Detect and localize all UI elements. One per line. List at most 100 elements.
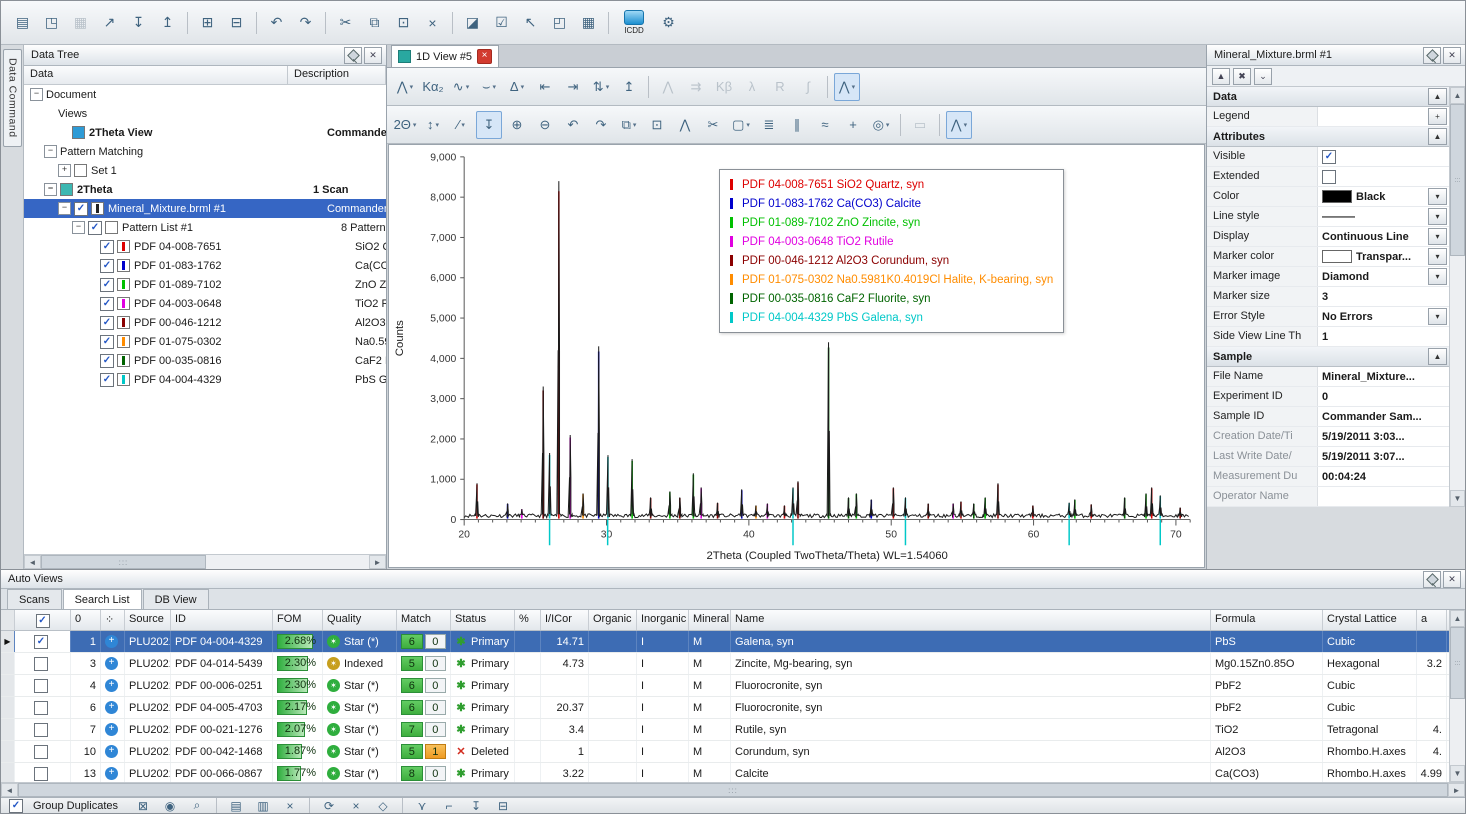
tree-expander-icon[interactable]: − [72,221,85,234]
tree-row[interactable]: +Set 1 [24,161,386,180]
col-header-inorganic[interactable]: Inorganic [637,610,689,630]
scrollbar-thumb[interactable]: ::: [18,783,1448,797]
tab-scans[interactable]: Scans [7,589,62,609]
prop-value[interactable]: ✓ [1318,147,1449,166]
result-row[interactable]: 13+PLU2021PDF 00-066-08671.77%✶Star (*)8… [1,763,1449,782]
scroll-down-arrow[interactable]: ▼ [1450,490,1465,507]
tree-row[interactable]: ✓PDF 01-089-7102ZnO Zincite, syn [24,275,386,294]
prop-checkbox[interactable] [1322,170,1336,184]
dropdown-button[interactable]: ▾ [1428,228,1447,245]
close-icon[interactable]: ✕ [1443,571,1461,588]
col-header-srcicon[interactable]: ⁘ [101,610,125,630]
scroll-down-arrow[interactable]: ▼ [1450,765,1465,782]
export-icon[interactable]: ↧ [464,797,488,813]
clear-list-icon[interactable]: × [278,797,302,813]
scrollbar-thumb[interactable]: ::: [41,555,206,569]
tree-row[interactable]: ✓PDF 00-046-1212Al2O3 Corundum, sy [24,313,386,332]
add-button[interactable]: + [1428,108,1447,125]
prop-value[interactable]: 3 [1318,287,1449,306]
paste-icon[interactable]: ⊡ [390,9,417,36]
highlight-search-icon[interactable]: ⋀ [946,111,972,139]
redo-zoom-icon[interactable]: ↷ [588,111,614,139]
pointer-window-icon[interactable]: ◰ [546,9,573,36]
prop-value[interactable]: 5/19/2011 3:07... [1318,447,1449,466]
scroll-right-arrow[interactable]: ► [1448,783,1465,797]
table-view-icon[interactable]: ▦ [575,9,602,36]
columns-icon[interactable]: ∥ [784,111,810,139]
section-collapse-button[interactable]: ▲ [1428,88,1447,105]
tree-expander-icon[interactable]: − [58,202,71,215]
tree-row[interactable]: ✓PDF 00-035-0816CaF2 Fluorite, syn [24,351,386,370]
properties-vertical-scrollbar[interactable]: ▲ ::: ▼ [1449,87,1465,507]
section-collapse-button[interactable]: ▲ [1428,128,1447,145]
tree-row[interactable]: ✓PDF 04-004-4329PbS Galena, syn [24,370,386,389]
copy-icon[interactable]: ⧉ [361,9,388,36]
prop-value[interactable]: Transpar...▾ [1318,247,1449,266]
tab-close-icon[interactable]: × [477,49,492,64]
row-checkbox[interactable] [34,723,48,737]
result-row[interactable]: 4+PLU2021PDF 00-006-02512.30%✶Star (*)60… [1,675,1449,697]
tree-expander-icon[interactable]: − [30,88,43,101]
annotate-icon[interactable]: ▢ [728,111,754,139]
dropdown-button[interactable]: ▾ [1428,248,1447,265]
row-checkbox[interactable]: ✓ [34,635,48,649]
extend-right-icon[interactable]: ⇥ [560,73,586,101]
baseline-icon[interactable]: ≈ [812,111,838,139]
col-header-check[interactable]: ✓ [15,610,71,630]
dropdown-button[interactable]: ▾ [1428,208,1447,225]
extend-left-icon[interactable]: ⇤ [532,73,558,101]
y-offset-icon[interactable]: ⇅ [588,73,614,101]
append-peaks-icon[interactable]: ⋀ [392,73,418,101]
zoom-out-icon[interactable]: ⊖ [532,111,558,139]
col-header-iicor[interactable]: I/ICor [541,610,589,630]
tab-search-list[interactable]: Search List [63,589,142,609]
scroll-left-arrow[interactable]: ◄ [24,555,41,569]
prop-dropdown-button[interactable]: ⌄ [1254,68,1272,85]
col-header-marker[interactable] [1,610,15,630]
tab-data-command[interactable]: Data Command [3,49,22,147]
col-header-match[interactable]: Match [397,610,451,630]
background-subtract-icon[interactable]: ⌣ [476,73,502,101]
redo-icon[interactable]: ↷ [292,9,319,36]
prop-value[interactable] [1318,487,1449,506]
strip-kalpha2-icon[interactable]: Kα₂ [420,73,446,101]
report-icon[interactable]: ▤ [224,797,248,813]
data-tree-horizontal-scrollbar[interactable]: ◄ ::: ► [24,554,386,569]
tree-row[interactable]: −Document [24,85,386,104]
row-checkbox[interactable] [34,767,48,781]
prop-value[interactable]: 00:04:24 [1318,467,1449,486]
tree-row[interactable]: −Pattern Matching [24,142,386,161]
result-row[interactable]: 7+PLU2021PDF 00-021-12762.07%✶Star (*)70… [1,719,1449,741]
prop-value[interactable]: Continuous Line▾ [1318,227,1449,246]
import-file-icon[interactable]: ↧ [125,9,152,36]
tree-row[interactable]: Views [24,104,386,123]
col-header-fom[interactable]: FOM [273,610,323,630]
tree-expander-icon[interactable]: + [58,164,71,177]
tree-row[interactable]: ✓PDF 01-083-1762Ca(CO3) Calcite [24,256,386,275]
undo-zoom-icon[interactable]: ↶ [560,111,586,139]
copy-view-icon[interactable]: ⧉ [616,111,642,139]
paste-view-icon[interactable]: ⊡ [644,111,670,139]
prop-value[interactable]: ———▾ [1318,207,1449,226]
prop-section-attributes[interactable]: Attributes▲ [1207,127,1449,147]
tab-db-view[interactable]: DB View [143,589,209,609]
scrollbar-thumb[interactable]: ::: [1450,627,1465,699]
prop-value[interactable]: Black▾ [1318,187,1449,206]
col-header-a[interactable]: a [1417,610,1447,630]
col-header-status[interactable]: Status [451,610,515,630]
prop-value[interactable]: Mineral_Mixture... [1318,367,1449,386]
peak-fit-icon[interactable]: Δ [504,73,530,101]
col-header-id[interactable]: ID [171,610,273,630]
import-append-icon[interactable]: ↥ [154,9,181,36]
tree-checkbox[interactable]: ✓ [100,278,114,292]
flip-axis-icon[interactable]: ⋎ [410,797,434,813]
tree-checkbox[interactable]: ✓ [74,202,88,216]
remove-entry-icon[interactable]: × [344,797,368,813]
tree-checkbox[interactable]: ✓ [100,373,114,387]
tree-checkbox[interactable]: ✓ [100,240,114,254]
open-new-window-icon[interactable]: ↗ [96,9,123,36]
settings-icon[interactable]: ⚙ [655,9,682,36]
prop-remove-button[interactable]: ✖ [1233,68,1251,85]
tree-checkbox[interactable]: ✓ [100,354,114,368]
search-list-vertical-scrollbar[interactable]: ▲ ::: ▼ [1449,610,1465,782]
